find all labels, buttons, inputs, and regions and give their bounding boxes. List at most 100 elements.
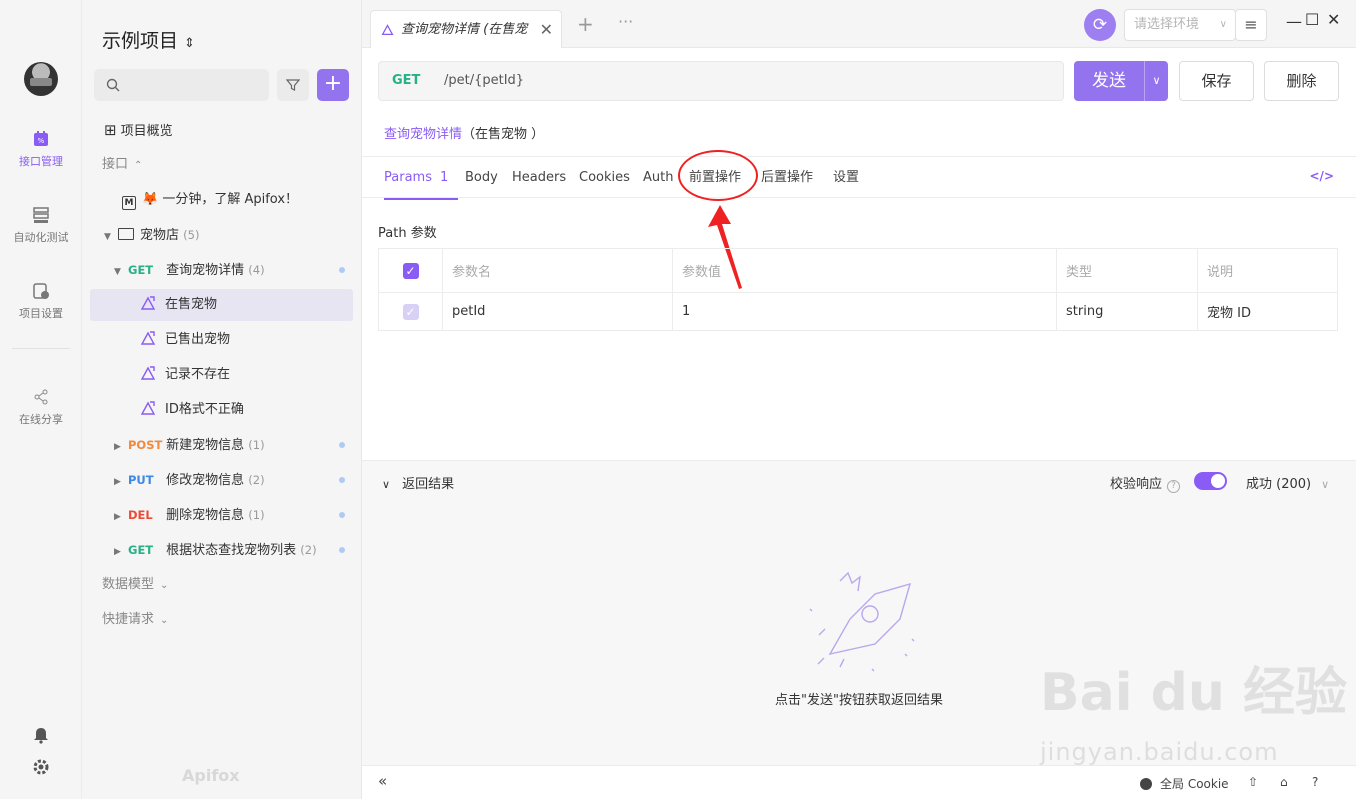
folder-name: 宠物店 [140,228,180,243]
send-button[interactable]: 发送 ∨ [1074,61,1168,101]
shirt-icon[interactable]: ⌂ [1280,775,1288,789]
close-window-button[interactable]: ✕ [1327,10,1340,29]
new-tab-button[interactable]: + [577,12,594,36]
tab-post-processors[interactable]: 后置操作 [761,157,813,198]
svg-text:%: % [38,137,45,145]
api-management-icon: % [34,131,48,146]
bell-icon[interactable] [32,726,50,744]
path-params-title: Path 参数 [378,226,437,241]
caret-down-icon: ▼ [114,267,121,277]
help-circle-icon[interactable]: ? [1312,775,1318,789]
folder-icon [118,228,134,240]
section-api[interactable]: 接口 ⌃ [90,149,353,181]
tab-params[interactable]: Params 1 [384,157,459,200]
checkbox-checked-icon[interactable]: ✓ [402,262,419,279]
tab-settings[interactable]: 设置 [833,157,859,198]
endpoint-post-pet[interactable]: ▶ POST 新建宠物信息 (1) [90,429,353,461]
endpoint-delete-pet[interactable]: ▶ DEL 删除宠物信息 (1) [90,499,353,531]
project-name: 示例项目 [102,30,179,52]
case-item-not-found[interactable]: 记录不存在 [90,359,353,391]
case-item-on-sale[interactable]: 在售宠物 [90,289,353,321]
rail-api-management[interactable]: % 接口管理 [0,130,82,169]
select-all-cell[interactable]: ✓ [378,248,443,293]
baidu-watermark: Bai du 经验 [1040,650,1347,725]
tab-body[interactable]: Body [465,157,498,198]
delete-button[interactable]: 删除 [1264,61,1339,101]
section-quick[interactable]: 快捷请求 ⌄ [90,604,353,636]
endpoint-put-pet[interactable]: ▶ PUT 修改宠物信息 (2) [90,464,353,496]
case-label: ID格式不正确 [165,402,244,417]
rail-project-settings[interactable]: 项目设置 [0,282,82,321]
request-method[interactable]: GET [392,62,420,100]
column-header: 说明 [1197,248,1338,293]
markdown-icon: M [122,196,136,210]
checkbox-disabled-icon: ✓ [402,303,419,320]
column-header: 参数名 [442,248,673,293]
param-value[interactable]: 1 [672,292,1057,331]
rail-auto-test[interactable]: 自动化测试 [0,206,82,245]
endpoint-name: 查询宠物详情 [166,263,245,278]
add-button[interactable]: + [317,69,349,101]
apifox-logo: Apifox [182,766,240,785]
response-header[interactable]: ∨ 返回结果 [382,473,454,492]
folder-count: (5) [183,228,200,242]
table-row: ✓ petId 1 string 宠物 ID [378,292,1338,331]
avatar[interactable] [24,62,58,96]
endpoint-count: (2) [300,543,317,557]
env-placeholder: 请选择环境 [1134,17,1200,32]
more-tabs-button[interactable]: ··· [618,12,633,31]
maximize-button[interactable]: ☐ [1305,10,1319,29]
caret-right-icon: ▶ [114,512,121,522]
close-icon[interactable]: ✕ [540,11,553,48]
menu-button[interactable]: ≡ [1235,9,1267,41]
collapse-sidebar-icon[interactable]: « [378,772,387,790]
code-icon[interactable]: </> [1310,169,1335,183]
section-models[interactable]: 数据模型 ⌄ [90,569,353,601]
save-button[interactable]: 保存 [1179,61,1254,101]
minimize-button[interactable]: — [1286,12,1302,31]
icon-rail: % 接口管理 自动化测试 项目设置 在线分享 [0,0,82,799]
project-selector[interactable]: 示例项目 ⇕ [102,26,195,53]
chevron-up-icon: ⌃ [134,160,143,171]
verify-toggle[interactable] [1194,472,1227,490]
verify-label: 校验响应 [1110,477,1163,492]
case-item-sold[interactable]: 已售出宠物 [90,324,353,356]
tab-auth[interactable]: Auth [643,157,673,198]
sync-button[interactable]: ⟳ [1084,9,1116,41]
endpoint-get-pet[interactable]: ▼ GET 查询宠物详情 (4) [90,254,353,286]
help-icon[interactable]: ? [1167,480,1181,493]
folder-petstore[interactable]: ▼ 宠物店 (5) [90,219,353,251]
cookie-icon [1140,778,1152,790]
case-label: 已售出宠物 [165,332,231,347]
chevron-updown-icon: ⇕ [184,36,195,51]
param-type[interactable]: string [1056,292,1198,331]
gear-icon[interactable] [32,758,50,776]
response-status-select[interactable]: 成功 (200) ∨ [1246,473,1329,492]
endpoint-find-by-status[interactable]: ▶ GET 根据状态查找宠物列表 (2) [90,534,353,566]
api-name-link[interactable]: 查询宠物详情 [384,127,462,142]
filter-icon [286,79,300,91]
tab-label: Auth [643,170,674,185]
request-path[interactable]: /pet/{petId} [444,62,524,100]
tab-pet-detail[interactable]: 查询宠物详情 (在售宠 ✕ [370,10,562,48]
param-name[interactable]: petId [442,292,673,331]
method-badge: PUT [128,473,154,487]
param-desc[interactable]: 宠物 ID [1197,292,1338,331]
environment-select[interactable]: 请选择环境 ∨ [1124,9,1236,41]
tab-label: Cookies [579,170,630,185]
watermark-url: jingyan.baidu.com [1040,738,1279,766]
filter-button[interactable] [277,69,309,101]
tab-headers[interactable]: Headers [512,157,566,198]
search-input[interactable] [94,69,269,101]
url-bar[interactable]: GET /pet/{petId} [378,61,1064,101]
tab-label: 设置 [833,170,860,185]
case-item-bad-id[interactable]: ID格式不正确 [90,394,353,426]
project-overview[interactable]: ⊞ 项目概览 [90,114,353,146]
intro-doc-item[interactable]: M 🦊 一分钟，了解 Apifox！ [90,184,353,216]
tab-cookies[interactable]: Cookies [579,157,630,198]
chevron-down-icon[interactable]: ∨ [1144,61,1168,101]
tab-bar: 查询宠物详情 (在售宠 ✕ + ··· ⟳ 请选择环境 ∨ ≡ — ☐ ✕ [362,0,1356,48]
upload-icon[interactable]: ⇧ [1248,775,1258,789]
global-cookie-button[interactable]: 全局 Cookie [1140,775,1229,792]
rail-share[interactable]: 在线分享 [0,388,82,427]
